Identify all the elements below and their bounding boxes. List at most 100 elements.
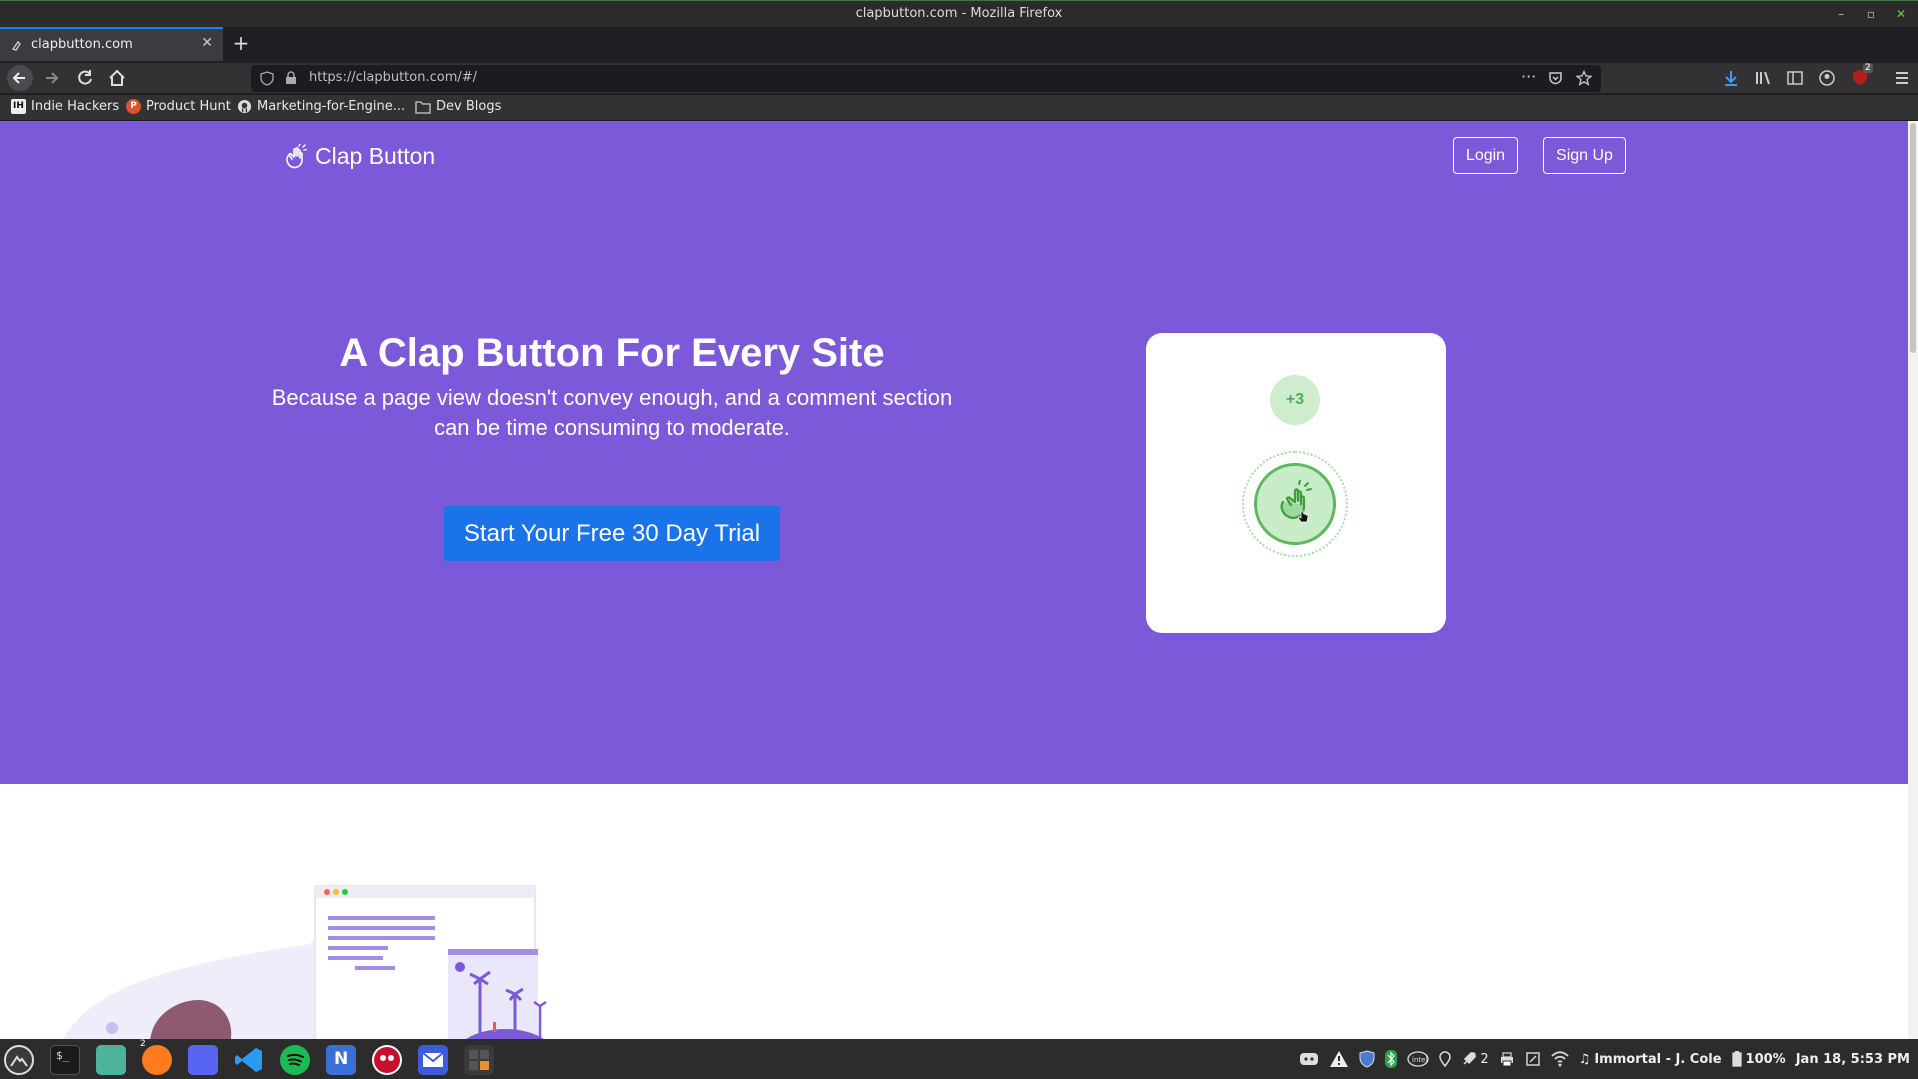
- home-icon: [109, 69, 125, 86]
- notifications-count: 2: [1480, 1051, 1489, 1067]
- login-button[interactable]: Login: [1453, 137, 1518, 174]
- vscode-icon[interactable]: [234, 1045, 264, 1075]
- spotify-waves-icon: [287, 1053, 304, 1066]
- clap-logo-icon: [286, 143, 307, 168]
- back-button[interactable]: [7, 65, 33, 91]
- pocket-icon[interactable]: [1548, 71, 1563, 86]
- music-note-icon: ♫: [1578, 1051, 1591, 1067]
- reload-button[interactable]: [73, 66, 97, 90]
- clap-hands-icon: [1280, 480, 1312, 519]
- new-tab-button[interactable]: +: [229, 31, 253, 55]
- url-text: https://clapbutton.com/#/: [309, 70, 478, 85]
- ublock-extension-button[interactable]: 2: [1850, 63, 1873, 87]
- vscode-logo-icon: [235, 1048, 262, 1072]
- now-playing-text: Immortal - J. Cole: [1594, 1051, 1722, 1067]
- shield-icon[interactable]: [260, 71, 274, 86]
- spotify-icon[interactable]: [280, 1045, 310, 1075]
- clock[interactable]: Jan 18, 5:53 PM: [1796, 1052, 1910, 1067]
- url-bar[interactable]: https://clapbutton.com/#/ ···: [251, 65, 1601, 92]
- page-actions-icon[interactable]: ···: [1521, 67, 1536, 86]
- scrollbar-thumb[interactable]: [1910, 123, 1916, 353]
- minimize-icon[interactable]: –: [1832, 5, 1850, 23]
- warning-icon[interactable]: [1329, 1050, 1349, 1068]
- window-titlebar: clapbutton.com - Mozilla Firefox – ▫ ✕: [0, 0, 1918, 27]
- terminal-icon[interactable]: $_: [50, 1045, 80, 1075]
- printer-icon[interactable]: [1499, 1051, 1515, 1067]
- system-tray: intel 2 ♫ Immortal - J. Cole 100% Jan 18…: [1299, 1039, 1918, 1079]
- bookmark-star-icon[interactable]: [1576, 70, 1592, 86]
- bookmark-indie-hackers[interactable]: IH Indie Hackers: [11, 99, 119, 114]
- close-tab-icon[interactable]: ✕: [201, 35, 213, 51]
- library-icon[interactable]: [1754, 69, 1772, 87]
- vpn-shield-icon[interactable]: [1359, 1050, 1375, 1068]
- rocket-icon: [1463, 1052, 1477, 1065]
- discord-tray-icon[interactable]: [1299, 1051, 1319, 1067]
- hamburger-menu-icon[interactable]: [1893, 69, 1911, 87]
- menu-icon[interactable]: [4, 1045, 34, 1075]
- bookmark-dev-blogs[interactable]: Dev Blogs: [415, 99, 501, 114]
- tab-label: clapbutton.com: [31, 37, 133, 52]
- battery-percent: 100%: [1745, 1051, 1786, 1067]
- calculator-icon[interactable]: [464, 1045, 494, 1075]
- mail-icon[interactable]: [418, 1045, 448, 1075]
- features-section: [0, 784, 1908, 1039]
- lock-icon[interactable]: [285, 71, 297, 85]
- account-icon[interactable]: [1818, 69, 1836, 87]
- clap-count-bubble: +3: [1270, 375, 1320, 425]
- screenshot-icon[interactable]: [1525, 1051, 1541, 1067]
- page-viewport: Clap Button Login Sign Up A Clap Button …: [0, 121, 1908, 1039]
- extension-badge: 2: [1863, 63, 1873, 73]
- tab-bar: clapbutton.com ✕ +: [0, 27, 1918, 63]
- indie-hackers-icon: IH: [11, 99, 26, 114]
- intel-icon[interactable]: intel: [1407, 1051, 1430, 1067]
- discord-icon[interactable]: [188, 1045, 218, 1075]
- battery-indicator[interactable]: 100%: [1731, 1051, 1786, 1067]
- window-title: clapbutton.com - Mozilla Firefox: [855, 6, 1063, 21]
- ghost-icon[interactable]: [372, 1045, 402, 1075]
- tab-clapbutton[interactable]: clapbutton.com ✕: [0, 27, 223, 61]
- firefox-icon[interactable]: 2: [140, 1039, 172, 1075]
- clap-button[interactable]: [1254, 463, 1336, 545]
- mountain-icon: [10, 1055, 28, 1067]
- sidebar-icon[interactable]: [1786, 69, 1804, 87]
- firefox-window-count: 2: [140, 1039, 146, 1049]
- wifi-icon[interactable]: [1551, 1051, 1569, 1067]
- github-icon: [237, 99, 252, 114]
- notion-icon[interactable]: N: [326, 1045, 356, 1075]
- home-button[interactable]: [105, 66, 129, 90]
- media-now-playing[interactable]: ♫ Immortal - J. Cole: [1579, 1052, 1722, 1067]
- notifications-indicator[interactable]: 2: [1461, 1051, 1489, 1067]
- reload-icon: [78, 70, 92, 85]
- forward-button[interactable]: [40, 66, 64, 90]
- forward-arrow-icon: [46, 72, 59, 84]
- location-pin-icon[interactable]: [1439, 1051, 1452, 1067]
- envelope-icon: [422, 1052, 444, 1067]
- bookmark-product-hunt[interactable]: P Product Hunt: [126, 99, 231, 114]
- folder-icon: [415, 100, 431, 114]
- site-brand[interactable]: Clap Button: [283, 143, 435, 170]
- desktop-taskbar: $_ 2 N intel 2 ♫ Immortal - J. Cole 100%…: [0, 1039, 1918, 1079]
- hero-subheading: Because a page view doesn't convey enoug…: [271, 385, 953, 440]
- restore-icon[interactable]: ▫: [1862, 5, 1880, 23]
- signup-button[interactable]: Sign Up: [1543, 137, 1626, 174]
- hero-section: Clap Button Login Sign Up A Clap Button …: [0, 121, 1908, 784]
- brand-name: Clap Button: [315, 143, 436, 169]
- website-illustration: [62, 885, 547, 1039]
- files-icon[interactable]: [96, 1045, 126, 1075]
- notion-letter-icon: N: [334, 1049, 349, 1069]
- hero-headline: A Clap Button For Every Site: [339, 331, 885, 375]
- bluetooth-icon[interactable]: [1385, 1050, 1398, 1068]
- terminal-prompt-icon: $_: [56, 1049, 70, 1062]
- back-arrow-icon: [12, 72, 25, 84]
- bookmark-label: Dev Blogs: [436, 99, 502, 114]
- bookmarks-toolbar: IH Indie Hackers P Product Hunt Marketin…: [0, 95, 1918, 120]
- bookmark-marketing-for-engineers[interactable]: Marketing-for-Engine...: [237, 99, 405, 114]
- calculator-keys-icon: [469, 1050, 489, 1070]
- close-window-icon[interactable]: ✕: [1892, 5, 1910, 23]
- download-icon[interactable]: [1722, 69, 1740, 87]
- clap-demo-card: +3: [1146, 333, 1446, 633]
- navigation-toolbar: https://clapbutton.com/#/ ··· 2: [0, 63, 1918, 93]
- bookmark-label: Marketing-for-Engine...: [257, 99, 406, 114]
- start-trial-button[interactable]: Start Your Free 30 Day Trial: [444, 506, 780, 561]
- cursor-hand-icon: [1297, 510, 1309, 523]
